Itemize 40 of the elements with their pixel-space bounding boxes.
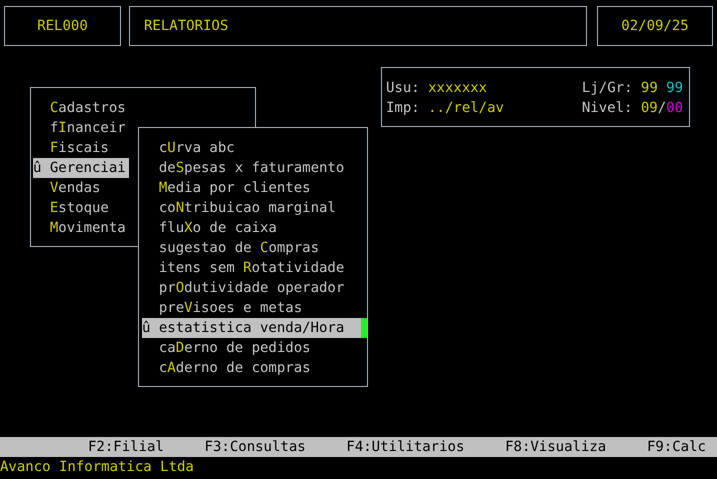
- function-key[interactable]: F3:Consultas: [204, 437, 306, 457]
- submenu-item[interactable]: coNtribuicao marginal: [142, 198, 362, 218]
- user-value: xxxxxxx: [428, 79, 488, 98]
- printer-label: Imp:: [386, 99, 420, 118]
- submenu-item[interactable]: Media por clientes: [142, 178, 362, 198]
- menu-item[interactable]: fInanceir: [33, 118, 126, 138]
- menu-item[interactable]: Movimenta: [33, 218, 126, 238]
- function-key[interactable]: F2:Filial: [88, 437, 164, 457]
- store-label: Lj/Gr:: [582, 79, 632, 98]
- group-value: 99: [666, 79, 683, 98]
- sublevel-value: 00: [666, 99, 683, 118]
- text-cursor: [361, 318, 367, 338]
- submenu-item[interactable]: prOdutividade operador: [142, 278, 362, 298]
- submenu-item[interactable]: cU rva abc: [142, 138, 362, 158]
- submenu-item[interactable]: preVisoes e metas: [142, 298, 362, 318]
- menu-item[interactable]: Estoque: [33, 198, 109, 218]
- user-label: Usu:: [386, 79, 420, 98]
- function-key[interactable]: F8:Visualiza: [505, 437, 606, 457]
- program-code: REL000: [37, 17, 88, 36]
- menu-item[interactable]: Fiscais: [33, 138, 109, 158]
- submenu-item[interactable]: caDerno de pedidos: [142, 338, 362, 358]
- submenu-item[interactable]: fluXo de caixa: [142, 218, 362, 238]
- menu-item[interactable]: û Gerenciai: [33, 158, 129, 178]
- menu-item[interactable]: Cadastros: [33, 98, 126, 118]
- submenu-item[interactable]: itens sem Rotatividade: [142, 258, 362, 278]
- menu-item[interactable]: Vendas: [33, 178, 100, 198]
- submenu-item[interactable]: sugestao de Compras: [142, 238, 362, 258]
- function-key[interactable]: F9:Calc: [646, 437, 706, 457]
- function-key[interactable]: F4:Utilitarios: [346, 437, 464, 457]
- store-value: 99: [640, 79, 658, 98]
- submenu-item[interactable]: û estatistica venda/Hora: [142, 318, 362, 338]
- submenu-item[interactable]: cAderno de compras: [142, 358, 362, 378]
- company-name: Avanco Informatica Ltda: [0, 458, 194, 477]
- screen-title: RELATORIOS: [144, 17, 228, 36]
- level-label: Nivel:: [582, 99, 632, 118]
- submenu-item[interactable]: deSpesas x faturamento: [142, 158, 362, 178]
- printer-value: ../rel/av: [428, 99, 504, 118]
- date-text: 02/09/25: [621, 17, 689, 36]
- separator-text: /: [658, 99, 666, 118]
- level-value: 09: [640, 99, 658, 118]
